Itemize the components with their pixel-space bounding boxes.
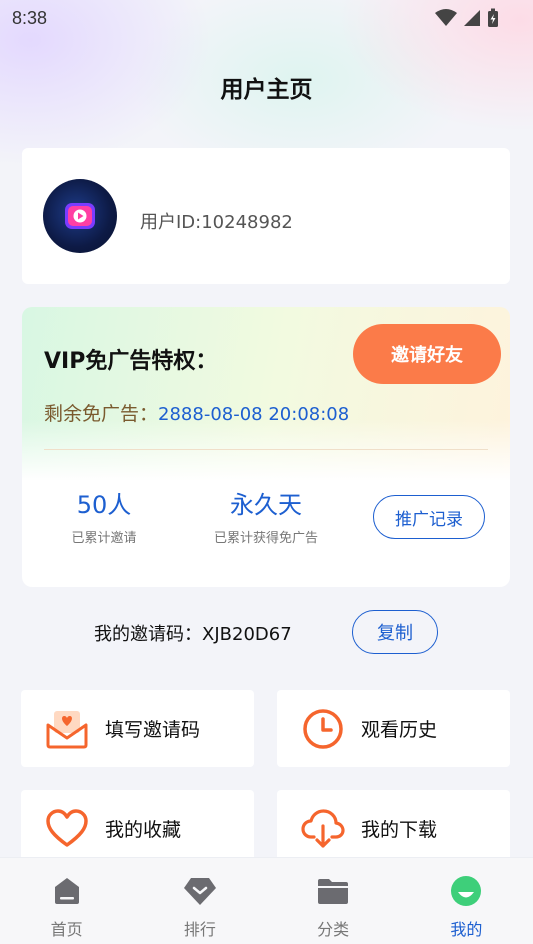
remaining-date: 2888-08-08 20:08:08 (158, 404, 350, 425)
ad-free-days-value: 永久天 (230, 491, 302, 519)
tile-label: 我的收藏 (105, 819, 182, 841)
tile-my-favorites[interactable]: 我的收藏 (21, 790, 254, 867)
tab-label: 排行 (183, 920, 216, 939)
ad-free-days-label: 已累计获得免广告 (213, 531, 318, 546)
tab-home[interactable]: 首页 (0, 858, 133, 944)
tab-label: 首页 (50, 920, 83, 939)
tab-label: 分类 (317, 920, 350, 939)
tile-label: 填写邀请码 (105, 719, 201, 741)
vip-card: VIP免广告特权： 邀请好友 剩余免广告： 2888-08-08 20:08:0… (22, 307, 510, 587)
invite-friends-button[interactable]: 邀请好友 (353, 324, 501, 384)
tile-my-downloads[interactable]: 我的下载 (277, 790, 510, 867)
folder-icon (316, 874, 350, 908)
wifi-icon (435, 9, 457, 26)
clock-icon (301, 707, 345, 751)
envelope-heart-icon (45, 707, 89, 751)
home-icon (50, 874, 84, 908)
promotion-record-button[interactable]: 推广记录 (373, 495, 485, 539)
status-time: 8:38 (12, 7, 48, 28)
status-icons (435, 8, 499, 28)
tab-ranking[interactable]: 排行 (133, 858, 266, 944)
heart-icon (45, 807, 89, 851)
tab-label: 我的 (450, 920, 483, 939)
tile-label: 我的下载 (361, 819, 438, 841)
ranking-icon (183, 874, 217, 908)
tab-category[interactable]: 分类 (267, 858, 400, 944)
user-id: 用户ID:10248982 (140, 212, 293, 233)
tile-enter-invite-code[interactable]: 填写邀请码 (21, 690, 254, 767)
invite-code: 我的邀请码：XJB20D67 (94, 624, 292, 645)
avatar[interactable] (43, 179, 117, 253)
vip-title: VIP免广告特权： (44, 349, 218, 374)
bottom-tab-bar: 首页 排行 分类 我的 (0, 857, 533, 944)
cloud-download-icon (301, 807, 345, 851)
page-title: 用户主页 (220, 77, 313, 103)
status-bar: 8:38 (0, 0, 533, 36)
divider (44, 449, 488, 450)
ad-free-days-stat: 永久天 已累计获得免广告 (196, 489, 336, 546)
invited-count-stat: 50人 已累计邀请 (54, 489, 154, 546)
remaining-ad-free-row: 剩余免广告： 2888-08-08 20:08:08 (44, 399, 349, 426)
tile-label: 观看历史 (361, 719, 438, 741)
invited-count-label: 已累计邀请 (71, 531, 137, 546)
tab-mine[interactable]: 我的 (400, 858, 533, 944)
signal-icon (464, 10, 480, 26)
invited-count-value: 50人 (76, 491, 132, 519)
profile-card: 用户ID:10248982 (22, 148, 510, 284)
battery-icon (488, 8, 498, 27)
app-logo-icon (65, 203, 95, 229)
remaining-label: 剩余免广告： (44, 403, 159, 425)
tile-watch-history[interactable]: 观看历史 (277, 690, 510, 767)
profile-icon (449, 874, 483, 908)
copy-button[interactable]: 复制 (352, 610, 438, 654)
